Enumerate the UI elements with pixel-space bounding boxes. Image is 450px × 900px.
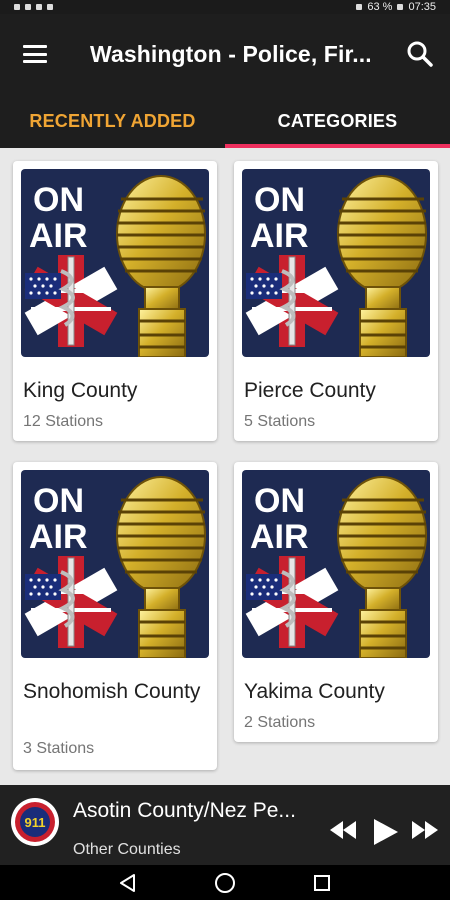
nav-home-icon: [214, 872, 235, 893]
play-icon: [374, 819, 398, 845]
app-bar: Washington - Police, Fir...: [0, 14, 450, 94]
nav-back-icon: [120, 873, 136, 892]
on-air-text-on: ON: [33, 482, 84, 520]
status-right-icons: 63 % 07:35: [356, 1, 436, 13]
clock: 07:35: [408, 1, 436, 13]
battery-icon: [397, 4, 404, 10]
now-playing-category: Other Counties: [73, 841, 181, 858]
card-title: Pierce County: [244, 379, 376, 402]
category-card-snohomish[interactable]: ON AIR Snohomish County 3 Stations: [13, 462, 217, 770]
on-air-text-air: AIR: [250, 217, 309, 255]
on-air-thumbnail: ON AIR: [242, 470, 430, 658]
wifi-icon: [36, 4, 42, 10]
tab-recently-added[interactable]: RECENTLY ADDED: [0, 94, 225, 148]
menu-button[interactable]: [0, 14, 70, 94]
tab-bar: RECENTLY ADDED CATEGORIES: [0, 94, 450, 148]
page-title: Washington - Police, Fir...: [90, 40, 370, 67]
on-air-text-air: AIR: [250, 518, 309, 556]
mini-player[interactable]: 911 Asotin County/Nez Pe... Other Counti…: [0, 785, 450, 865]
rewind-button[interactable]: [330, 821, 356, 844]
card-title: Yakima County: [244, 680, 385, 703]
nav-home-button[interactable]: [213, 871, 237, 895]
card-subtitle: 2 Stations: [244, 714, 316, 731]
eye-comfort-icon: [356, 4, 363, 10]
on-air-thumbnail: ON AIR: [21, 470, 209, 658]
station-logo[interactable]: 911: [10, 797, 60, 847]
sync-icon: [47, 4, 53, 10]
card-subtitle: 12 Stations: [23, 413, 104, 430]
categories-grid: ON AIR King County 12 Stations ON AIR Pi…: [0, 148, 450, 785]
status-bar: 63 % 07:35: [0, 0, 450, 14]
play-button[interactable]: [374, 819, 398, 850]
hamburger-icon: [23, 45, 47, 63]
fast-forward-button[interactable]: [412, 821, 438, 844]
category-card-king[interactable]: ON AIR King County 12 Stations: [13, 161, 217, 441]
battery-percent: 63 %: [367, 1, 393, 13]
search-button[interactable]: [404, 38, 436, 70]
notification-icon: [14, 4, 20, 10]
fast-forward-icon: [412, 821, 438, 839]
on-air-text-on: ON: [254, 181, 305, 219]
now-playing-title: Asotin County/Nez Pe...: [73, 799, 296, 822]
search-icon: [407, 41, 433, 67]
on-air-text-air: AIR: [29, 217, 88, 255]
station-logo-text: 911: [25, 815, 46, 830]
status-left-icons: [14, 4, 53, 10]
tab-categories[interactable]: CATEGORIES: [225, 94, 450, 148]
on-air-text-air: AIR: [29, 518, 88, 556]
on-air-thumbnail: ON AIR: [242, 169, 430, 357]
card-subtitle: 3 Stations: [23, 740, 95, 757]
rewind-icon: [330, 821, 356, 839]
on-air-text-on: ON: [33, 181, 84, 219]
nav-back-button[interactable]: [116, 871, 140, 895]
system-nav-bar: [0, 865, 450, 900]
category-card-pierce[interactable]: ON AIR Pierce County 5 Stations: [234, 161, 438, 441]
card-title: King County: [23, 379, 138, 402]
on-air-text-on: ON: [254, 482, 305, 520]
nav-recents-button[interactable]: [310, 871, 334, 895]
card-subtitle: 5 Stations: [244, 413, 316, 430]
category-card-yakima[interactable]: ON AIR Yakima County 2 Stations: [234, 462, 438, 742]
nav-recents-icon: [313, 874, 330, 891]
card-title: Snohomish County: [23, 680, 201, 703]
on-air-thumbnail: ON AIR: [21, 169, 209, 357]
signal-icon: [25, 4, 31, 10]
